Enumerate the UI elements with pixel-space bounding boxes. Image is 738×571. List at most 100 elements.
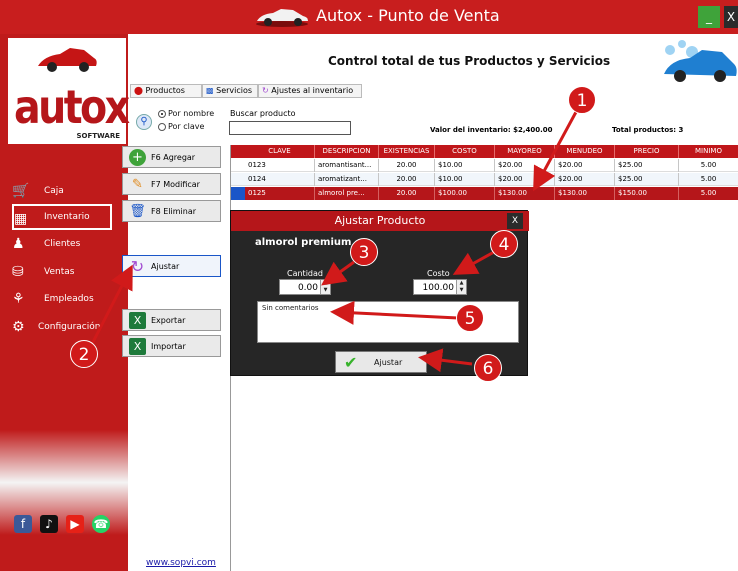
tab-servicios[interactable]: ▩ Servicios	[202, 84, 258, 98]
delete-button[interactable]: 🗑 F8 Eliminar	[122, 200, 221, 222]
cell-precio: $150.00	[615, 187, 679, 200]
inventory-icon: ▦	[14, 211, 28, 227]
inventory-value: Valor del inventario: $2,400.00	[430, 126, 553, 134]
column-header[interactable]: MENUDEO	[555, 145, 615, 158]
column-header[interactable]: EXISTENCIAS	[379, 145, 435, 158]
sidebar-item-ventas[interactable]: ⛁ Ventas	[0, 259, 128, 285]
cell-minimo: 5.00	[679, 187, 738, 200]
dialog-adjust-button[interactable]: ✔ Ajustar	[335, 351, 427, 373]
excel-export-icon: X	[129, 312, 146, 329]
callout-1: 1	[568, 86, 596, 114]
cell-menudeo: $20.00	[555, 173, 615, 186]
quantity-label: Cantidad	[287, 269, 323, 278]
gear-icon: ⚙	[12, 319, 25, 335]
sidebar-item-inventario[interactable]: ▦ Inventario	[12, 204, 112, 230]
cell-existencias: 20.00	[379, 159, 435, 172]
whatsapp-icon[interactable]: ☎	[92, 515, 110, 533]
sidebar-item-configuracion[interactable]: ⚙ Configuración	[0, 314, 128, 340]
tab-productos[interactable]: ⬤ Productos	[130, 84, 202, 98]
import-button[interactable]: X Importar	[122, 335, 221, 357]
cell-precio: $25.00	[615, 159, 679, 172]
dialog-title: Ajustar Producto	[231, 211, 529, 231]
logo-text: autox	[14, 80, 130, 134]
minimize-button[interactable]: _	[698, 6, 720, 28]
table-row-selected[interactable]: 0125 almorol pre... 20.00 $100.00 $130.0…	[231, 187, 738, 200]
excel-import-icon: X	[129, 338, 146, 355]
export-button[interactable]: X Exportar	[122, 309, 221, 331]
cell-descripcion: aromantisant...	[315, 159, 379, 172]
callout-5: 5	[456, 304, 484, 332]
quantity-input[interactable]: 0.00 ▲ ▼	[279, 279, 331, 295]
table-row[interactable]: 0123 aromantisant... 20.00 $10.00 $20.00…	[231, 159, 738, 172]
radio-by-key[interactable]: Por clave	[158, 122, 204, 131]
close-window-button[interactable]: X	[724, 6, 738, 28]
services-tab-icon: ▩	[206, 86, 214, 95]
cell-existencias: 20.00	[379, 187, 435, 200]
logo-subtext: SOFTWARE	[76, 132, 120, 140]
cell-clave: 0125	[245, 187, 315, 200]
tiktok-icon[interactable]: ♪	[40, 515, 58, 533]
dialog-close-button[interactable]: X	[507, 213, 523, 229]
add-button[interactable]: + F6 Agregar	[122, 146, 221, 168]
column-header[interactable]: PRECIO	[615, 145, 679, 158]
radio-dot	[158, 109, 166, 118]
cell-clave: 0124	[245, 173, 315, 186]
cell-costo: $100.00	[435, 187, 495, 200]
sidebar-item-caja[interactable]: 🛒 Caja	[0, 178, 128, 204]
quantity-value: 0.00	[297, 283, 318, 293]
cell-menudeo: $130.00	[555, 187, 615, 200]
cell-minimo: 5.00	[679, 173, 738, 186]
column-header[interactable]: DESCRIPCION	[315, 145, 379, 158]
cell-clave: 0123	[245, 159, 315, 172]
plus-icon: +	[129, 149, 146, 166]
button-label: Ajustar	[374, 358, 403, 367]
app-logo: autox SOFTWARE	[8, 38, 130, 144]
tab-label: Servicios	[216, 86, 253, 95]
cell-precio: $25.00	[615, 173, 679, 186]
cost-spinner[interactable]: ▲ ▼	[456, 280, 466, 294]
facebook-icon[interactable]: f	[14, 515, 32, 533]
total-products: Total productos: 3	[612, 126, 684, 134]
column-header[interactable]: MINIMO	[679, 145, 738, 158]
table-header-row: CLAVE DESCRIPCION EXISTENCIAS COSTO MAYO…	[231, 145, 738, 158]
cost-input[interactable]: 100.00 ▲ ▼	[413, 279, 467, 295]
cell-mayoreo: $20.00	[495, 173, 555, 186]
search-input[interactable]	[229, 121, 351, 135]
column-header[interactable]: MAYOREO	[495, 145, 555, 158]
cell-menudeo: $20.00	[555, 159, 615, 172]
cart-icon: 🛒	[12, 183, 30, 199]
sidebar-item-label: Clientes	[44, 239, 81, 249]
callout-4: 4	[490, 230, 518, 258]
tab-ajustes[interactable]: ↻ Ajustes al inventario	[258, 84, 362, 98]
cell-costo: $10.00	[435, 173, 495, 186]
radio-by-name[interactable]: Por nombre	[158, 109, 214, 118]
checkmark-icon: ✔	[344, 353, 358, 372]
modify-button[interactable]: ✎ F7 Modificar	[122, 173, 221, 195]
product-name: almorol premium	[255, 237, 352, 248]
sidebar-item-label: Configuración	[38, 322, 101, 332]
button-label: F8 Eliminar	[151, 207, 197, 216]
adjust-product-dialog: Ajustar Producto X almorol premium Canti…	[230, 210, 529, 376]
refresh-icon: ↻	[130, 257, 145, 276]
page-title: Control total de tus Productos y Servici…	[328, 54, 611, 68]
radio-label: Por nombre	[168, 109, 215, 118]
cost-label: Costo	[427, 269, 450, 278]
sidebar-item-empleados[interactable]: ⚘ Empleados	[0, 286, 128, 312]
column-header[interactable]: COSTO	[435, 145, 495, 158]
tab-label: Ajustes al inventario	[271, 86, 354, 95]
adjust-button[interactable]: ↻ Ajustar	[122, 255, 221, 277]
red-car-icon	[38, 48, 97, 72]
cell-mayoreo: $130.00	[495, 187, 555, 200]
person-icon: ♟	[12, 236, 25, 252]
quantity-spinner[interactable]: ▲ ▼	[320, 280, 330, 294]
website-link[interactable]: www.sopvi.com	[146, 558, 216, 568]
cost-value: 100.00	[422, 283, 455, 293]
youtube-icon[interactable]: ▶	[66, 515, 84, 533]
adjust-tab-icon: ↻	[262, 86, 269, 95]
column-header[interactable]: CLAVE	[245, 145, 315, 158]
button-label: F7 Modificar	[151, 180, 200, 189]
sidebar-item-clientes[interactable]: ♟ Clientes	[0, 231, 128, 257]
table-row[interactable]: 0124 aromatizant... 20.00 $10.00 $20.00 …	[231, 173, 738, 186]
cell-minimo: 5.00	[679, 159, 738, 172]
button-label: Ajustar	[151, 262, 180, 271]
